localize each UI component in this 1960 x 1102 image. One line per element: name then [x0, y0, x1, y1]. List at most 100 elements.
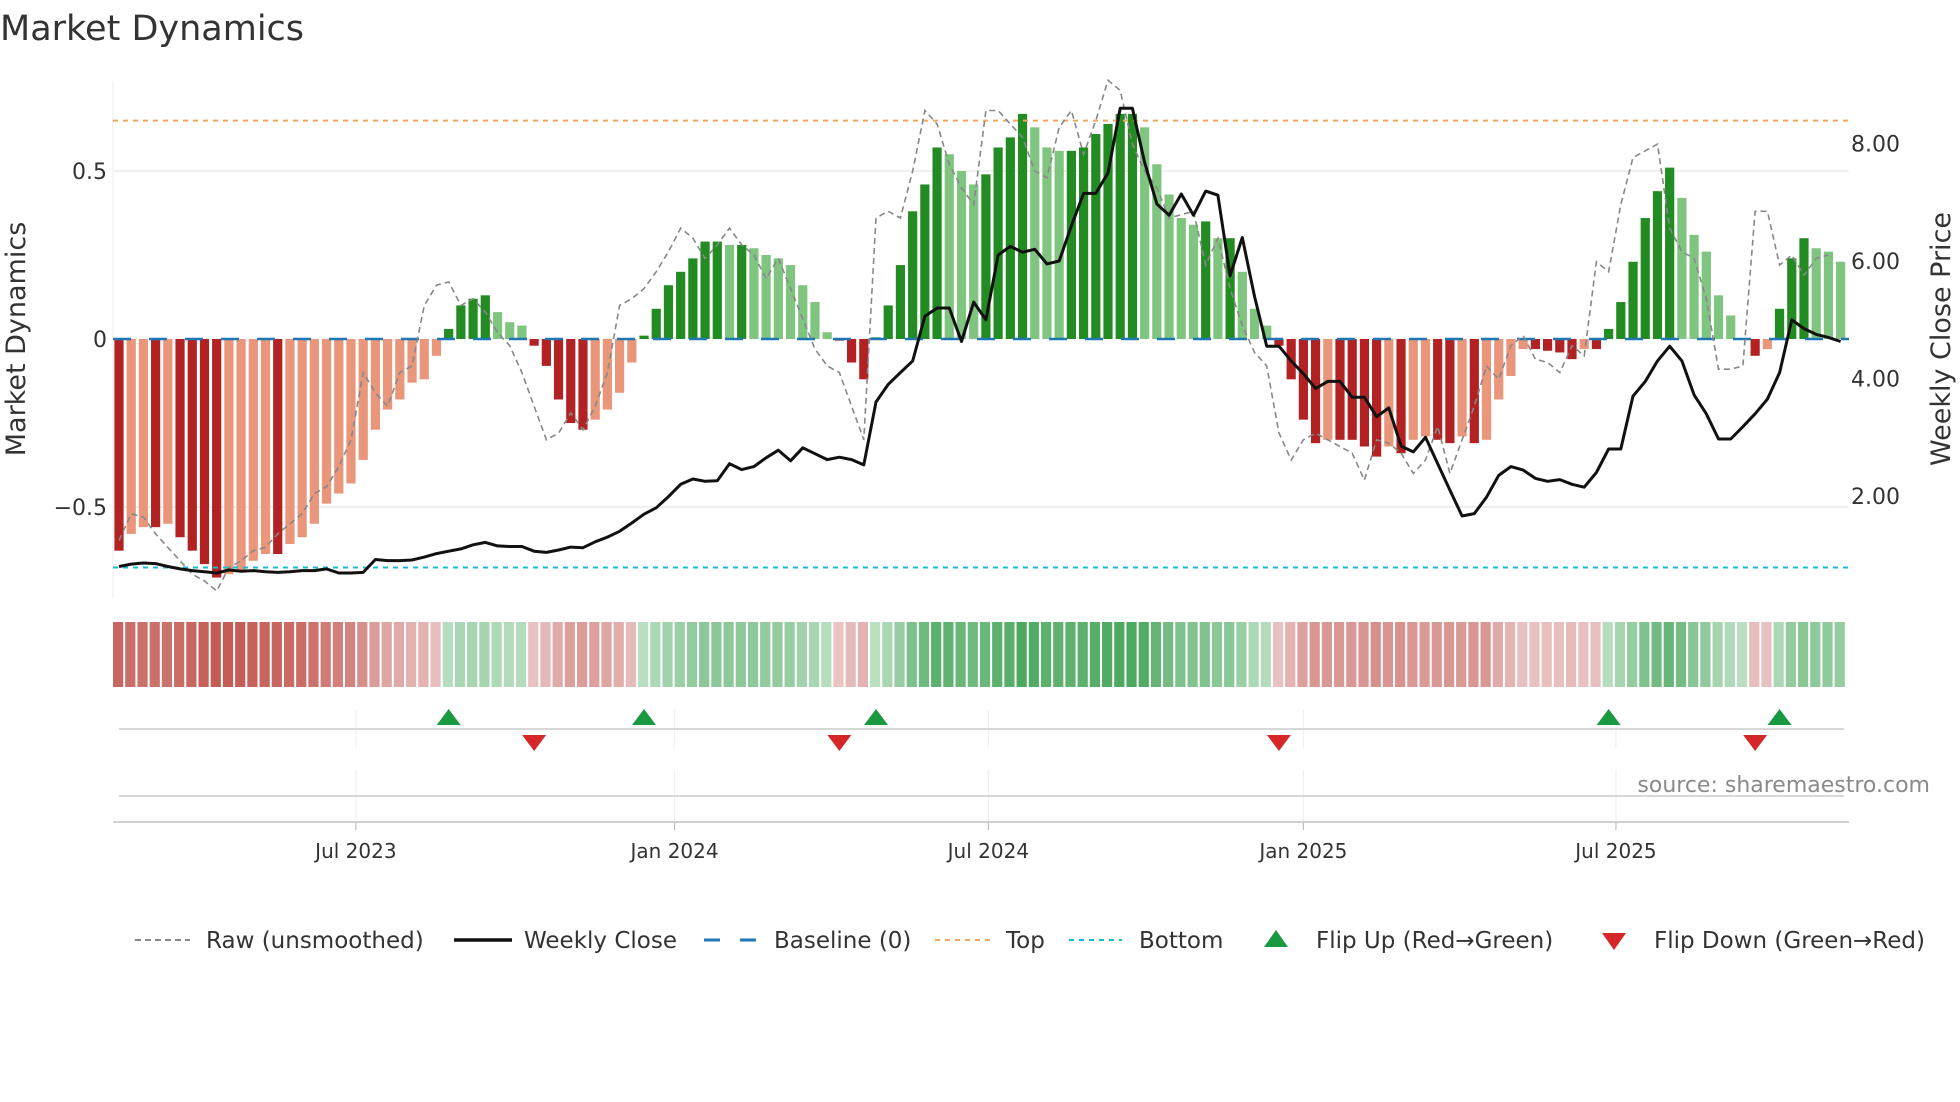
heatmap-cell [1614, 622, 1626, 687]
heatmap-cell [1211, 622, 1223, 687]
momentum-bar [346, 339, 356, 484]
momentum-bar [1237, 271, 1247, 339]
heatmap-cell [1431, 622, 1442, 687]
heatmap-cell [442, 622, 453, 687]
heatmap-cell [1382, 622, 1394, 687]
momentum-bar [798, 285, 808, 339]
momentum-bar [1005, 137, 1015, 339]
momentum-bar [151, 339, 161, 528]
heatmap-cell [747, 622, 759, 687]
heatmap-cell [1407, 622, 1418, 687]
heatmap-cell [418, 622, 429, 687]
heatmap-cell [1492, 622, 1503, 687]
momentum-bar [1506, 339, 1516, 376]
heatmap-cell [1199, 622, 1210, 687]
momentum-bar [627, 339, 637, 363]
legend-label: Baseline (0) [774, 928, 911, 954]
heatmap-cell [210, 622, 221, 687]
heatmap-cell [467, 622, 478, 687]
heatmap-cell [1627, 622, 1638, 687]
heatmap-cell [1187, 622, 1198, 687]
heatmap-cell [882, 622, 893, 687]
momentum-bar [1335, 339, 1345, 440]
momentum-bar [285, 339, 295, 544]
momentum-bar [1542, 339, 1553, 351]
heatmap-cell [1260, 622, 1271, 687]
momentum-bar [1567, 339, 1577, 360]
momentum-bar [553, 339, 564, 400]
heatmap-cell [967, 622, 978, 687]
heatmap-cell [1236, 622, 1247, 687]
momentum-bar [1469, 339, 1479, 444]
heatmap-cell [1651, 622, 1662, 687]
heatmap-cell [283, 622, 295, 687]
y-tick-label: 0 [93, 328, 107, 353]
momentum-bar [1836, 261, 1846, 339]
heatmap-cell [662, 622, 673, 687]
heatmap-cell [1395, 622, 1406, 687]
momentum-bar [334, 339, 344, 494]
momentum-bar [1372, 339, 1382, 457]
heatmap-cell [406, 622, 417, 687]
y2-axis-title: Weekly Close Price [1926, 212, 1957, 466]
x-tick-label: Jan 2025 [1257, 839, 1347, 863]
momentum-bar [1115, 113, 1125, 339]
momentum-bar [749, 248, 759, 339]
heatmap-cell [1285, 622, 1296, 687]
heatmap-cell [540, 622, 551, 687]
momentum-bar [1591, 339, 1602, 350]
y-tick-label: −0.5 [54, 496, 107, 521]
heatmap-cell [137, 622, 148, 687]
heatmap-cell [1590, 622, 1601, 687]
legend-label: Bottom [1139, 928, 1223, 954]
heatmap-cell [430, 622, 441, 687]
heatmap-cell [589, 622, 600, 687]
heatmap-cell [760, 622, 771, 687]
momentum-bar [419, 339, 429, 380]
heatmap-cell [1675, 622, 1687, 687]
y2-tick-label: 8.00 [1851, 133, 1900, 158]
momentum-bar [1420, 339, 1431, 437]
momentum-bar [224, 339, 234, 575]
heatmap-cell [870, 622, 881, 687]
heatmap-cell [918, 622, 930, 687]
legend-label: Top [1005, 928, 1045, 954]
momentum-bar [712, 241, 722, 339]
heatmap-cell [1443, 622, 1455, 687]
legend-label: Raw (unsmoothed) [206, 928, 424, 954]
heatmap-cell [1016, 622, 1027, 687]
heatmap-cell [320, 622, 331, 687]
heatmap-cell [613, 622, 624, 687]
momentum-bar [1481, 339, 1492, 440]
heatmap-cell [699, 622, 710, 687]
heatmap-cell [1297, 622, 1308, 687]
heatmap-cell [528, 622, 539, 687]
heatmap-cell [857, 622, 869, 687]
momentum-bar [1701, 251, 1711, 339]
heatmap-cell [1346, 622, 1357, 687]
momentum-bar [1213, 238, 1223, 339]
heatmap-cell [576, 622, 588, 687]
flip-up-marker [1767, 709, 1792, 725]
heatmap-cell [1224, 622, 1235, 687]
heatmap-cell [1053, 622, 1064, 687]
heatmap-cell [735, 622, 746, 687]
heatmap-cell [686, 622, 698, 687]
momentum-bar [1457, 339, 1467, 437]
momentum-bar [444, 328, 454, 339]
heatmap-cell [186, 622, 197, 687]
heatmap-cell [479, 622, 490, 687]
heatmap-cell [161, 622, 173, 687]
heatmap-cell [393, 622, 405, 687]
source-label: source: sharemaestro.com [1637, 773, 1930, 798]
legend-item-raw: Raw (unsmoothed) [135, 928, 424, 954]
x-tick-label: Jul 2025 [1573, 839, 1656, 863]
heatmap-cell [1761, 622, 1772, 687]
flip-up-legend-icon [1264, 930, 1288, 947]
momentum-bar [1347, 339, 1357, 440]
flip-down-marker [1266, 735, 1291, 751]
momentum-bar [639, 335, 649, 339]
momentum-bar [810, 302, 820, 339]
heatmap-cell [1272, 622, 1284, 687]
heatmap-cell [894, 622, 905, 687]
